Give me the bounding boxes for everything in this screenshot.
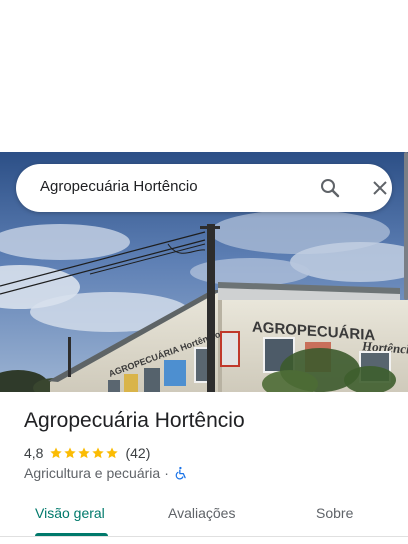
search-icon[interactable] [318, 176, 342, 200]
tabs-divider [0, 536, 408, 537]
tab-overview[interactable]: Visão geral [35, 505, 105, 521]
star-icon [64, 447, 77, 459]
close-icon[interactable] [368, 176, 392, 200]
category-row: Agricultura e pecuária · [24, 464, 188, 482]
blank-top-area [0, 0, 408, 152]
star-icon [78, 447, 91, 459]
rating-value: 4,8 [24, 445, 44, 461]
scrollbar[interactable] [404, 152, 408, 300]
rating-row[interactable]: 4,8 (42) [24, 444, 150, 462]
tab-about[interactable]: Sobre [316, 505, 353, 521]
star-icon [92, 447, 105, 459]
star-icon [106, 447, 119, 459]
search-box[interactable]: Agropecuária Hortêncio [16, 164, 392, 212]
tab-reviews[interactable]: Avaliações [168, 505, 235, 521]
star-icon [50, 447, 63, 459]
review-count[interactable]: (42) [125, 445, 150, 461]
separator-dot: · [164, 465, 169, 481]
tab-bar: Visão geral Avaliações Sobre [0, 492, 408, 536]
star-rating [49, 446, 119, 460]
category-label: Agricultura e pecuária [24, 465, 161, 481]
wheelchair-icon [175, 466, 186, 480]
place-title: Agropecuária Hortêncio [24, 409, 245, 432]
search-input[interactable]: Agropecuária Hortêncio [40, 178, 198, 195]
